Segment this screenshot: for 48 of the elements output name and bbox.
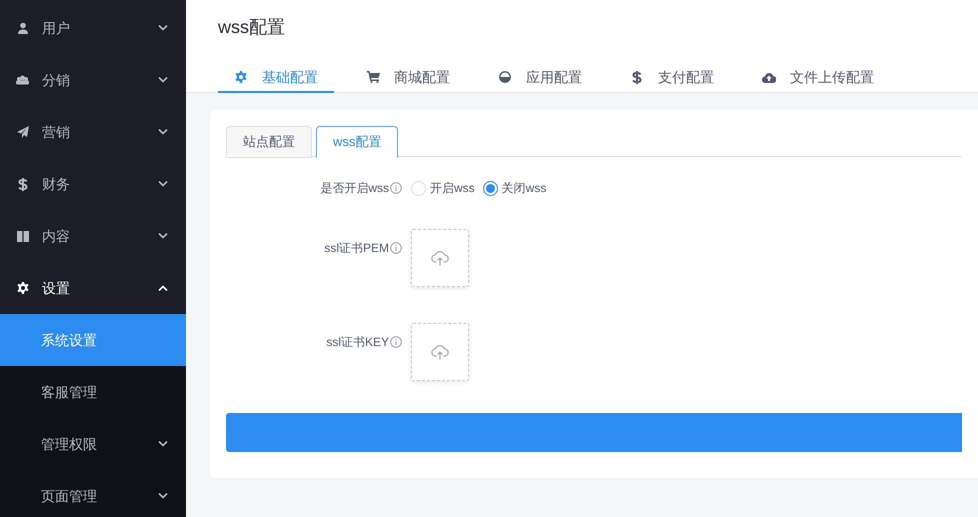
sidebar-item[interactable]: 财务 (0, 158, 186, 210)
submenu-item[interactable]: 管理权限 (0, 418, 186, 470)
chevron-down-icon (158, 181, 168, 187)
tab[interactable]: 文件上传配置 (746, 63, 890, 93)
info-icon (390, 182, 402, 194)
upload-box[interactable] (411, 323, 469, 381)
chevron-down-icon (158, 493, 168, 499)
radio-label[interactable]: 关闭wss (502, 179, 546, 197)
sidebar-item[interactable]: 营销 (0, 106, 186, 158)
book-icon (16, 230, 29, 242)
field-label: 是否开启wss (320, 180, 389, 197)
submenu-item[interactable]: 页面管理 (0, 470, 186, 517)
sidebar-item[interactable]: 设置 (0, 262, 186, 314)
sidebar-item[interactable]: 内容 (0, 210, 186, 262)
chevron-down-icon (158, 129, 168, 135)
submenu-item[interactable]: 客服管理 (0, 366, 186, 418)
tab[interactable]: 应用配置 (482, 63, 598, 93)
cloud-upload-icon (431, 250, 449, 266)
sidebar-item[interactable]: 分销 (0, 54, 186, 106)
dollar-icon (16, 178, 29, 190)
dollar-icon (630, 70, 644, 84)
group-icon (16, 75, 29, 85)
chevron-down-icon (158, 441, 168, 447)
info-icon (390, 336, 402, 348)
tab[interactable]: 站点配置 (226, 126, 312, 158)
settings-icon (234, 71, 248, 83)
cloud-upload-icon (762, 72, 776, 82)
submit-button[interactable] (226, 413, 962, 452)
tab[interactable]: 商城配置 (350, 63, 466, 93)
sidebar-item[interactable]: 用户 (0, 2, 186, 54)
cart-icon (366, 71, 380, 83)
info-icon (390, 242, 402, 254)
user-icon (16, 22, 29, 34)
settings-icon (16, 282, 29, 294)
half-circle-icon (498, 71, 512, 83)
radio-label[interactable]: 开启wss (430, 179, 475, 197)
field-label: ssl证书KEY (326, 334, 389, 351)
chevron-down-icon (158, 77, 168, 83)
radio-button[interactable] (482, 180, 498, 196)
field-label: ssl证书PEM (324, 240, 389, 257)
paper-plane-icon (16, 126, 29, 138)
upload-box[interactable] (411, 229, 469, 287)
chevron-up-icon (158, 285, 168, 291)
chevron-down-icon (158, 25, 168, 31)
page-title: wss配置 (218, 16, 285, 39)
cloud-upload-icon (431, 344, 449, 360)
tab[interactable]: 支付配置 (614, 63, 730, 93)
chevron-down-icon (158, 233, 168, 239)
